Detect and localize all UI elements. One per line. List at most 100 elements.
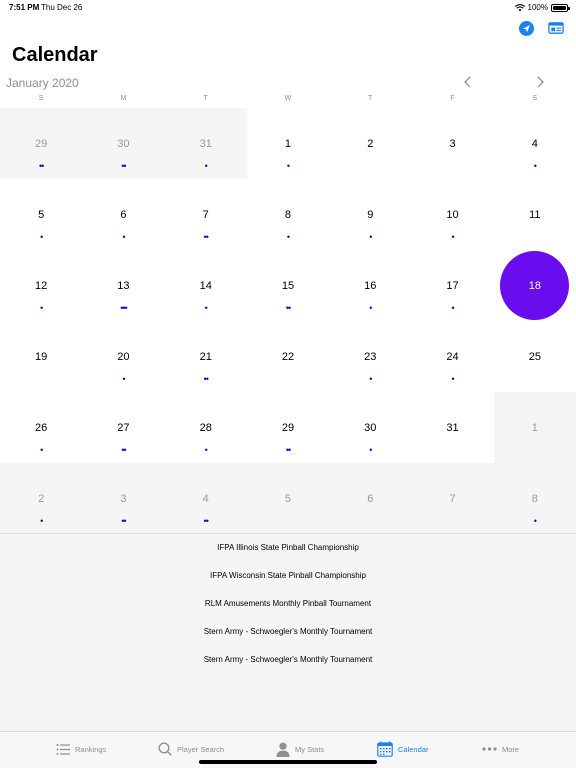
day-number: 22 — [281, 351, 295, 363]
day-number: 29 — [281, 422, 295, 434]
day-number: 5 — [38, 209, 45, 221]
event-item[interactable]: RLM Amusements Monthly Pinball Tournamen… — [0, 590, 576, 618]
day-number: 24 — [446, 351, 459, 363]
day-cell[interactable]: 6 — [329, 463, 412, 534]
calendar-grid: 29 •• 30 •• 31 • 1 • 2 3 4 • 5 • 6 • 7 •• 8 • 9 • 10 • 11 12 • 13 ••… — [0, 108, 576, 534]
day-number: 21 — [199, 351, 212, 363]
day-number: 6 — [367, 493, 374, 505]
event-dots: •• — [203, 374, 209, 384]
day-cell[interactable]: 2 — [329, 108, 412, 179]
day-cell[interactable]: 24 • — [411, 321, 494, 392]
day-cell[interactable]: 17 • — [411, 250, 494, 321]
day-cell[interactable]: 28 • — [164, 392, 247, 463]
day-number: 8 — [284, 209, 292, 221]
tab-more[interactable]: More — [482, 739, 519, 759]
day-cell[interactable]: 2 • — [0, 463, 83, 534]
day-number: 25 — [528, 351, 541, 363]
day-cell[interactable]: 11 — [493, 179, 576, 250]
selected-day-cell[interactable]: 18 — [493, 250, 576, 321]
previous-month-button[interactable] — [460, 74, 476, 90]
day-cell[interactable]: 21 •• — [164, 321, 247, 392]
day-cell[interactable]: 13 ••• — [82, 250, 165, 321]
weekday-label: W — [284, 95, 292, 102]
day-cell[interactable]: 30 • — [329, 392, 412, 463]
day-cell[interactable]: 7 — [411, 463, 494, 534]
day-number: 2 — [367, 138, 374, 150]
day-cell[interactable]: 22 — [246, 321, 330, 392]
event-dots: • — [369, 232, 372, 242]
day-number: 29 — [35, 138, 48, 150]
day-cell[interactable]: 9 • — [329, 179, 412, 250]
calendar-card-icon[interactable] — [548, 20, 564, 36]
day-cell[interactable]: 31 — [411, 392, 494, 463]
tab-label: More — [502, 744, 520, 754]
day-cell[interactable]: 1 — [493, 392, 576, 463]
event-dots: • — [122, 232, 125, 242]
day-number: 16 — [364, 280, 377, 292]
tab-label: Rankings — [75, 744, 107, 754]
day-cell[interactable]: 30 •• — [82, 108, 165, 179]
day-cell[interactable]: 25 — [493, 321, 576, 392]
tab-rankings[interactable]: Rankings — [56, 739, 106, 759]
event-dots: • — [369, 445, 372, 455]
day-cell[interactable]: 16 • — [329, 250, 412, 321]
day-cell[interactable]: 15 •• — [246, 250, 330, 321]
weekday-label: M — [120, 95, 127, 102]
list-icon — [56, 743, 70, 755]
day-cell[interactable]: 19 — [0, 321, 83, 392]
day-number: 3 — [120, 493, 127, 505]
day-cell[interactable]: 26 • — [0, 392, 83, 463]
day-number: 14 — [199, 280, 212, 292]
status-bar: 7:51 PM Thu Dec 26 100% — [0, 0, 576, 14]
event-item[interactable]: Stern Army - Schwoegler's Monthly Tourna… — [0, 618, 576, 646]
day-cell[interactable]: 27 •• — [82, 392, 165, 463]
event-dots: •• — [121, 445, 126, 455]
day-cell[interactable]: 14 • — [164, 250, 247, 321]
day-cell[interactable]: 12 • — [0, 250, 83, 321]
day-cell[interactable]: 5 — [246, 463, 330, 534]
next-month-button[interactable] — [532, 74, 548, 90]
location-arrow-icon[interactable] — [518, 20, 534, 36]
event-dots: • — [369, 374, 372, 384]
day-cell[interactable]: 3 •• — [82, 463, 165, 534]
event-item[interactable]: IFPA Illinois State Pinball Championship — [0, 534, 576, 562]
day-number: 2 — [38, 493, 45, 505]
day-number: 12 — [35, 280, 48, 292]
day-cell[interactable]: 20 • — [82, 321, 165, 392]
day-number: 4 — [531, 138, 538, 150]
day-cell[interactable]: 10 • — [411, 179, 494, 250]
day-cell[interactable]: 6 • — [82, 179, 165, 250]
event-dots: •• — [38, 161, 44, 171]
day-cell[interactable]: 29 •• — [0, 108, 83, 179]
day-cell[interactable]: 4 •• — [164, 463, 247, 534]
day-number: 31 — [446, 422, 459, 434]
day-cell[interactable]: 7 •• — [164, 179, 247, 250]
battery-icon — [551, 3, 570, 12]
day-cell[interactable]: 4 • — [493, 108, 576, 179]
day-number: 27 — [117, 422, 130, 434]
status-indicators: 100% — [514, 3, 570, 12]
day-number: 18 — [528, 280, 541, 292]
tab-player-search[interactable]: Player Search — [158, 739, 224, 759]
day-cell[interactable]: 29 •• — [246, 392, 330, 463]
event-dots: • — [451, 374, 454, 384]
event-dots: • — [40, 445, 43, 455]
day-cell[interactable]: 23 • — [329, 321, 412, 392]
event-item[interactable]: Stern Army - Schwoegler's Monthly Tourna… — [0, 646, 576, 674]
weekday-label: T — [368, 95, 373, 102]
day-cell[interactable]: 5 • — [0, 179, 83, 250]
day-number: 3 — [449, 138, 456, 150]
day-cell[interactable]: 3 — [411, 108, 494, 179]
event-dots: •• — [121, 516, 126, 526]
day-number: 19 — [35, 351, 48, 363]
tab-calendar[interactable]: Calendar — [377, 739, 428, 759]
day-cell[interactable]: 31 • — [164, 108, 247, 179]
day-cell[interactable]: 8 • — [493, 463, 576, 534]
weekday-label: S — [38, 95, 44, 102]
weekday-header: S M T W T F S — [0, 95, 576, 107]
day-cell[interactable]: 1 • — [246, 108, 330, 179]
day-cell[interactable]: 8 • — [246, 179, 330, 250]
tab-my-stats[interactable]: My Stats — [276, 739, 324, 759]
event-item[interactable]: IFPA Wisconsin State Pinball Championshi… — [0, 562, 576, 590]
day-number: 28 — [199, 422, 212, 434]
